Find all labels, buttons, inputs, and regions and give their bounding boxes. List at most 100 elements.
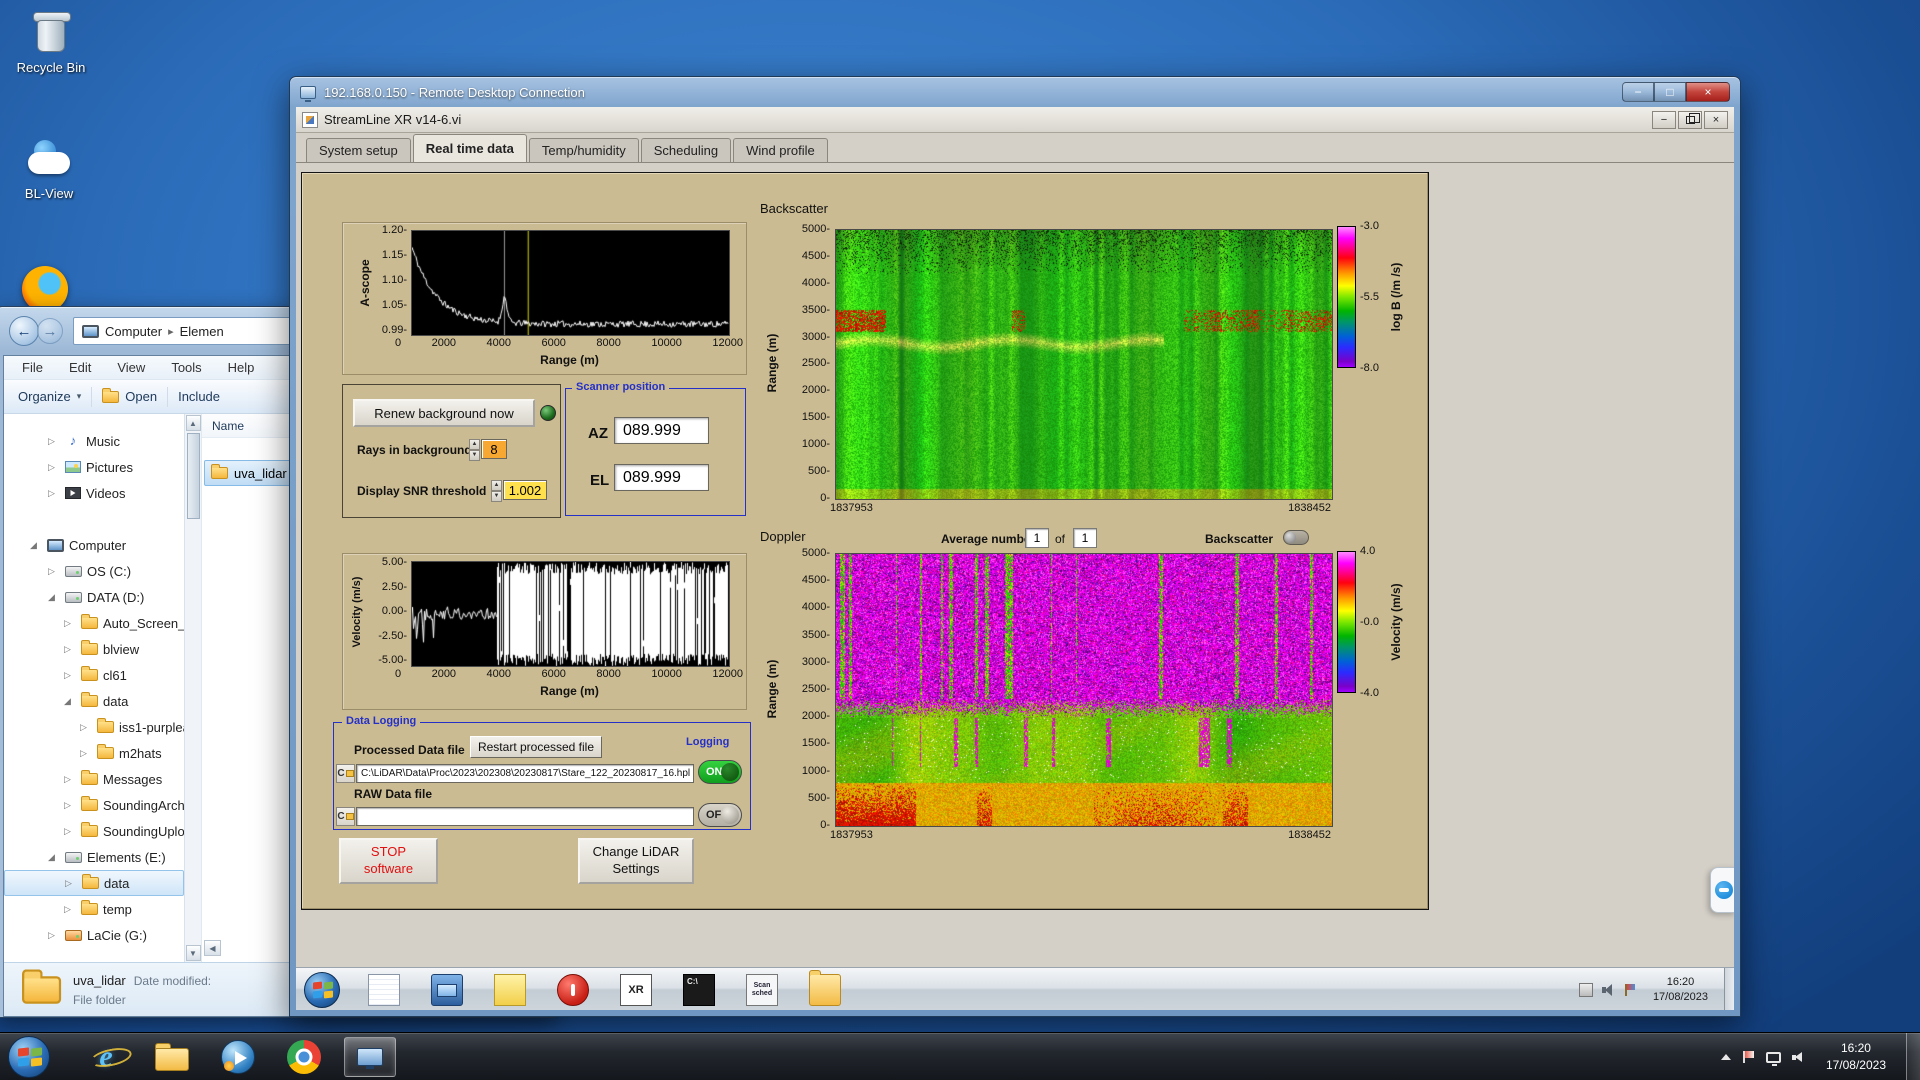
expander-icon[interactable]: ▷ [80, 722, 92, 733]
scroll-up-button[interactable]: ▲ [186, 415, 201, 431]
tree-item[interactable]: ◢ DATA (D:) [4, 584, 184, 610]
expander-icon[interactable]: ◢ [64, 696, 76, 707]
network-icon[interactable] [1766, 1052, 1781, 1063]
tab[interactable]: System setup [306, 138, 411, 162]
tree-item[interactable]: ▷ OS (C:) [4, 558, 184, 584]
include-button[interactable]: Include [178, 389, 220, 404]
tree-item[interactable]: ◢ Computer [4, 532, 184, 558]
el-value[interactable]: 089.999 [614, 464, 709, 491]
desktop-icon-bl-view[interactable]: BL-View [6, 140, 92, 201]
raw-path-browse-button[interactable]: C [336, 807, 355, 826]
snr-spinner[interactable]: ▲▼ [491, 480, 502, 500]
remote-app-button[interactable]: C:\ [683, 974, 715, 1006]
breadcrumb-current[interactable]: Elemen [180, 324, 224, 339]
show-hidden-icons-button[interactable] [1721, 1054, 1731, 1060]
tree-item[interactable]: ▷ temp [4, 896, 184, 922]
close-button[interactable]: × [1686, 82, 1730, 102]
tree-scrollbar[interactable]: ▲ ▼ [184, 414, 201, 962]
tree-item[interactable]: ▷ Auto_Screen_Ca [4, 610, 184, 636]
scroll-left-button[interactable]: ◀ [204, 940, 221, 956]
media-player-taskbar-button[interactable] [218, 1037, 258, 1077]
menu-item[interactable]: Help [228, 360, 255, 375]
change-lidar-settings-button[interactable]: Change LiDARSettings [578, 838, 694, 884]
chrome-taskbar-button[interactable] [284, 1037, 324, 1077]
remote-app-button[interactable]: Scan sched [746, 974, 778, 1006]
open-button[interactable]: Open [102, 389, 157, 404]
expander-icon[interactable]: ▷ [65, 878, 77, 889]
restart-processed-file-button[interactable]: Restart processed file [470, 736, 602, 758]
expander-icon[interactable]: ▷ [64, 904, 76, 915]
expander-icon[interactable]: ◢ [30, 540, 42, 551]
volume-icon[interactable] [1601, 983, 1615, 997]
processed-path-field[interactable]: C:\LiDAR\Data\Proc\2023\202308\20230817\… [356, 764, 694, 783]
vi-close-button[interactable]: × [1704, 111, 1728, 129]
doppler-heatmap[interactable] [835, 553, 1333, 827]
tab[interactable]: Temp/humidity [529, 138, 639, 162]
expander-icon[interactable]: ▷ [48, 566, 60, 577]
stop-software-button[interactable]: STOPsoftware [339, 838, 438, 884]
menu-item[interactable]: Edit [69, 360, 91, 375]
expander-icon[interactable]: ▷ [48, 930, 60, 941]
decrement-icon[interactable]: ▼ [469, 450, 480, 461]
clock[interactable]: 16:20 17/08/2023 [1816, 1040, 1896, 1072]
tree-item[interactable]: ◢ data [4, 688, 184, 714]
tree-item[interactable]: ▷ SoundingArchiv [4, 792, 184, 818]
tab[interactable]: Scheduling [641, 138, 731, 162]
desktop-icon-recycle-bin[interactable]: Recycle Bin [8, 10, 94, 75]
scroll-down-button[interactable]: ▼ [186, 945, 201, 961]
vi-titlebar[interactable]: StreamLine XR v14-6.vi − × [296, 107, 1734, 133]
forward-button[interactable]: → [37, 318, 63, 344]
action-center-icon[interactable] [1741, 1050, 1756, 1064]
keyboard-layout-icon[interactable] [1579, 983, 1593, 997]
start-button[interactable] [8, 1036, 50, 1078]
scroll-thumb[interactable] [187, 433, 200, 519]
tree-item[interactable]: ▷ data [4, 870, 184, 896]
expander-icon[interactable]: ▷ [48, 436, 60, 447]
ascope-plot[interactable] [411, 230, 730, 336]
expander-icon[interactable]: ◢ [48, 592, 60, 603]
tab[interactable]: Real time data [413, 134, 527, 162]
az-value[interactable]: 089.999 [614, 417, 709, 444]
show-desktop-button[interactable] [1906, 1033, 1920, 1080]
tree-item[interactable]: ▷ LaCie (G:) [4, 922, 184, 948]
expander-icon[interactable]: ▷ [64, 826, 76, 837]
average-number-input[interactable]: 1 [1025, 528, 1049, 548]
remote-clock[interactable]: 16:20 17/08/2023 [1645, 975, 1716, 1006]
tree-item[interactable]: ◢ Elements (E:) [4, 844, 184, 870]
backscatter-heatmap[interactable] [835, 229, 1333, 500]
raw-path-field[interactable] [356, 807, 694, 826]
increment-icon[interactable]: ▲ [469, 439, 480, 450]
menu-item[interactable]: View [117, 360, 145, 375]
remote-app-button[interactable] [431, 974, 463, 1006]
tree-item[interactable]: ▷ SoundingUpload [4, 818, 184, 844]
remote-app-button[interactable] [557, 974, 589, 1006]
menu-item[interactable]: File [22, 360, 43, 375]
remote-show-desktop-button[interactable] [1724, 968, 1734, 1010]
tree-item[interactable]: ▷ Videos [4, 480, 184, 506]
tree-item[interactable]: ▷ Pictures [4, 454, 184, 480]
tree-item[interactable]: ▷ Messages [4, 766, 184, 792]
decrement-icon[interactable]: ▼ [491, 491, 502, 502]
minimize-button[interactable]: − [1622, 82, 1654, 102]
expander-icon[interactable]: ▷ [64, 774, 76, 785]
velocity-plot[interactable] [411, 561, 730, 667]
rays-spinner[interactable]: ▲▼ [469, 439, 480, 459]
remote-start-button[interactable] [304, 972, 340, 1008]
tree-item[interactable]: ▷ iss1-purpleair- [4, 714, 184, 740]
remote-app-button[interactable] [494, 974, 526, 1006]
renew-background-button[interactable]: Renew background now [353, 399, 535, 427]
tree-item[interactable]: ▷ Music [4, 428, 184, 454]
tab[interactable]: Wind profile [733, 138, 828, 162]
expander-icon[interactable]: ▷ [48, 462, 60, 473]
of-number-input[interactable]: 1 [1073, 528, 1097, 548]
rays-value[interactable]: 8 [481, 439, 507, 459]
organize-button[interactable]: Organize▾ [18, 389, 81, 404]
menu-item[interactable]: Tools [171, 360, 201, 375]
vi-restore-button[interactable] [1678, 111, 1702, 129]
processed-path-browse-button[interactable]: C [336, 764, 355, 783]
breadcrumb-root[interactable]: Computer [105, 324, 162, 339]
rdp-titlebar[interactable]: 192.168.0.150 - Remote Desktop Connectio… [290, 77, 1740, 107]
raw-logging-toggle[interactable]: OFF [698, 803, 742, 827]
expander-icon[interactable]: ▷ [48, 488, 60, 499]
tree-item[interactable]: ▷ cl61 [4, 662, 184, 688]
